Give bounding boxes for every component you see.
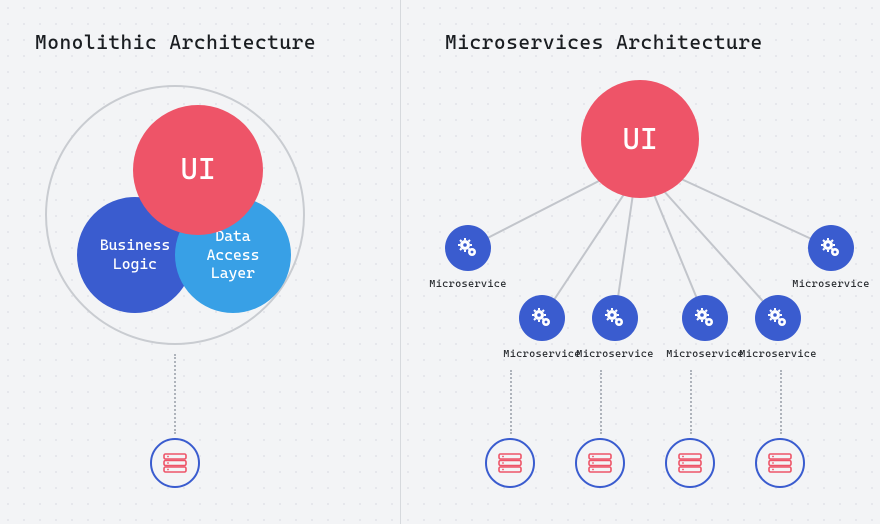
database-icon	[163, 453, 187, 473]
server-icon-ms-1	[485, 438, 535, 488]
microservice-node-1	[445, 225, 491, 271]
dotted-connector-ms-4	[780, 370, 782, 434]
gears-icon	[819, 236, 843, 260]
gears-icon	[766, 306, 790, 330]
server-icon-ms-4	[755, 438, 805, 488]
microservice-label-6: Microservice	[791, 278, 871, 290]
data-access-label: Data Access Layer	[207, 227, 260, 283]
gears-icon	[530, 306, 554, 330]
business-logic-label: Business Logic	[100, 236, 170, 274]
gears-icon	[456, 236, 480, 260]
dotted-connector-ms-3	[690, 370, 692, 434]
server-icon-ms-3	[665, 438, 715, 488]
microservice-label-1: Microservice	[428, 278, 508, 290]
microservice-node-5	[755, 295, 801, 341]
vertical-divider	[400, 0, 401, 524]
database-icon	[498, 453, 522, 473]
microservice-label-5: Microservice	[738, 348, 818, 360]
heading-microservices: Microservices Architecture	[445, 30, 763, 54]
database-icon	[768, 453, 792, 473]
microservices-diagram: UI Microservice Microservice Microservic…	[420, 70, 860, 510]
microservice-node-4	[682, 295, 728, 341]
ui-label-monolith: UI	[180, 151, 215, 189]
dotted-connector-monolith	[174, 354, 176, 434]
microservice-node-2	[519, 295, 565, 341]
gears-icon	[693, 306, 717, 330]
dotted-connector-ms-2	[600, 370, 602, 434]
dotted-connector-ms-1	[510, 370, 512, 434]
database-icon	[678, 453, 702, 473]
microservice-label-3: Microservice	[575, 348, 655, 360]
ui-label-microservices: UI	[622, 122, 657, 157]
heading-monolithic: Monolithic Architecture	[35, 30, 316, 54]
microservice-node-6	[808, 225, 854, 271]
microservice-node-3	[592, 295, 638, 341]
ui-circle-monolith: UI	[133, 105, 263, 235]
server-icon-ms-2	[575, 438, 625, 488]
microservice-label-4: Microservice	[665, 348, 745, 360]
gears-icon	[603, 306, 627, 330]
microservice-label-2: Microservice	[502, 348, 582, 360]
monolithic-diagram: Business Logic Data Access Layer UI	[35, 75, 315, 355]
database-icon	[588, 453, 612, 473]
ui-circle-microservices: UI	[581, 80, 699, 198]
server-icon-monolith	[150, 438, 200, 488]
